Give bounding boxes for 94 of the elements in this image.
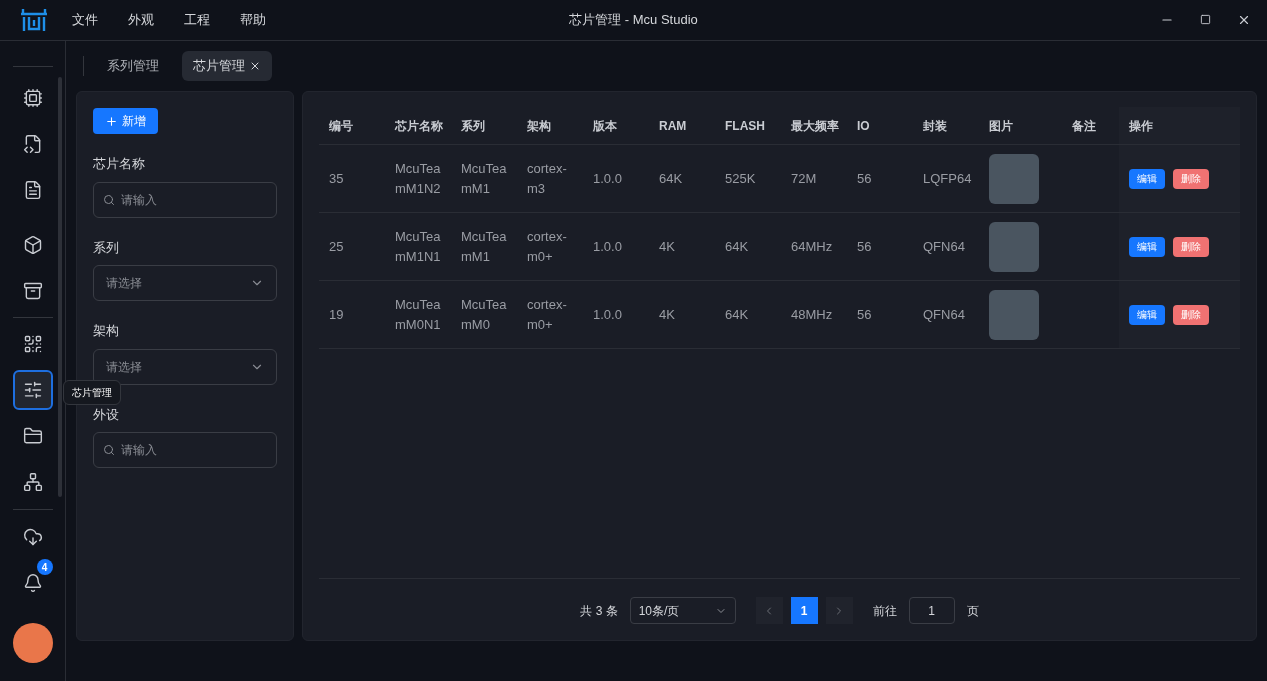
table-cell-text: 19	[329, 305, 344, 324]
edit-button[interactable]: 编辑	[1129, 168, 1165, 189]
column-header: 系列	[451, 107, 517, 145]
goto-label: 前往	[872, 602, 897, 620]
table-cell-text: cortex-m0+	[527, 227, 568, 266]
sitemap-icon	[22, 472, 43, 492]
column-header: RAM	[649, 107, 715, 145]
table-cell-text: QFN64	[923, 305, 965, 324]
photo-placeholder	[989, 221, 1039, 272]
table-cell-text: 64K	[725, 305, 749, 324]
column-header: 芯片名称	[385, 107, 451, 145]
page-input[interactable]: 1	[908, 597, 955, 624]
menu-item[interactable]: 文件	[72, 10, 98, 30]
page-suffix: 页	[966, 602, 979, 620]
cube-icon	[22, 235, 43, 255]
select-field[interactable]: 请选择	[93, 348, 277, 385]
plus-icon	[105, 114, 118, 128]
search-field[interactable]: 请输入	[93, 432, 277, 468]
add-button[interactable]: 新增	[93, 108, 158, 134]
column-header: 图片	[979, 107, 1062, 145]
search-icon	[103, 444, 115, 456]
field-label: 架构	[93, 322, 120, 340]
field-label: 芯片名称	[93, 155, 146, 173]
sliders-icon	[22, 380, 43, 400]
edit-button[interactable]: 编辑	[1129, 304, 1165, 325]
table-cell-text: McuTeamM1N2	[395, 159, 442, 198]
table-cell-text: 56	[857, 305, 872, 324]
table-cell-text: QFN64	[923, 237, 965, 256]
table-cell-text: McuTeamM1	[461, 227, 508, 266]
notification-badge: 4	[36, 559, 53, 575]
table-cell-text: 4K	[659, 237, 675, 256]
table-cell-text: McuTeamM0N1	[395, 295, 442, 334]
tab[interactable]: 芯片管理	[182, 51, 272, 81]
page-size-select[interactable]: 10条/页	[629, 597, 736, 624]
total-count: 共 3 条	[580, 602, 618, 620]
table-cell-text: cortex-m3	[527, 159, 568, 198]
table-cell-text: 64K	[659, 169, 683, 188]
table-cell-text: 35	[329, 169, 344, 188]
column-header: 架构	[517, 107, 583, 145]
field-label: 外设	[93, 405, 120, 424]
table-cell-text: 56	[857, 169, 872, 188]
table-cell-text: 1.0.0	[593, 169, 622, 188]
column-header: 编号	[319, 107, 385, 145]
column-header: IO	[847, 107, 913, 145]
table-cell-text: 64K	[725, 237, 749, 256]
table-cell-text: McuTeamM0	[461, 295, 508, 334]
scan-icon	[22, 334, 43, 354]
table-cell-text: cortex-m0+	[527, 295, 568, 334]
column-header: FLASH	[715, 107, 781, 145]
menu-item[interactable]: 帮助	[240, 10, 266, 30]
code-window-icon	[22, 134, 43, 154]
table-cell-text: 4K	[659, 305, 675, 324]
sidebar-item[interactable]	[12, 370, 53, 410]
column-header: 版本	[583, 107, 649, 145]
close-icon[interactable]	[1237, 13, 1251, 27]
search-icon	[103, 193, 115, 206]
column-header: 封装	[913, 107, 979, 145]
page-button[interactable]: 1	[790, 597, 818, 624]
chip-icon	[22, 88, 43, 108]
select-field[interactable]: 请选择	[93, 265, 277, 301]
column-header: 最大频率	[781, 107, 847, 145]
column-header: 操作	[1119, 107, 1240, 145]
table-cell-text: 1.0.0	[593, 237, 622, 256]
search-field[interactable]: 请输入	[93, 181, 277, 218]
table-cell-text: 72M	[791, 169, 817, 188]
bell-icon	[22, 573, 43, 593]
cloud-download-icon	[22, 527, 43, 547]
field-label: 系列	[93, 238, 120, 257]
maximize-icon[interactable]	[1200, 14, 1211, 25]
app-logo	[21, 9, 47, 31]
delete-button[interactable]: 删除	[1173, 304, 1209, 325]
delete-button[interactable]: 删除	[1173, 168, 1209, 189]
menu-item[interactable]: 工程	[184, 10, 210, 30]
table-cell-text: 48MHz	[791, 305, 833, 324]
table-cell-text: 525K	[725, 169, 756, 188]
table-cell-text: McuTeamM1	[461, 159, 508, 198]
table-cell-text: 1.0.0	[593, 305, 622, 324]
table-cell-text: McuTeamM1N1	[395, 227, 442, 266]
delete-button[interactable]: 删除	[1173, 236, 1209, 257]
window-title: 芯片管理 - Mcu Studio	[569, 11, 698, 30]
table-cell-text: LQFP64	[923, 169, 972, 188]
close-tab-icon[interactable]	[249, 60, 261, 72]
photo-placeholder	[989, 289, 1039, 340]
table-cell-text: 64MHz	[791, 237, 833, 256]
folder-icon	[22, 426, 43, 446]
avatar[interactable]	[12, 623, 53, 663]
menu-item[interactable]: 外观	[128, 10, 154, 30]
table-cell-text: 56	[857, 237, 872, 256]
tooltip: 芯片管理	[62, 380, 121, 405]
photo-placeholder	[989, 153, 1039, 204]
table-cell-text: 25	[329, 237, 344, 256]
archive-icon	[22, 281, 43, 301]
tab[interactable]: 系列管理	[96, 51, 170, 81]
edit-button[interactable]: 编辑	[1129, 236, 1165, 257]
